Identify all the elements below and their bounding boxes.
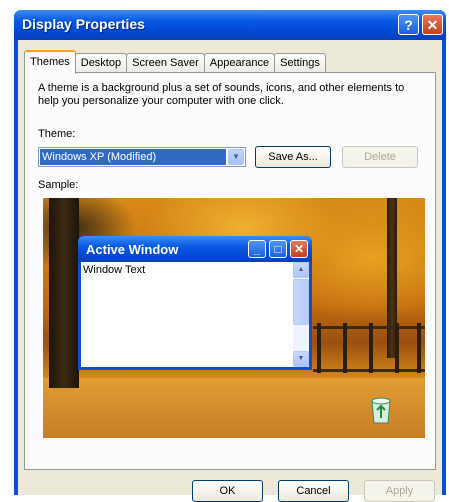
save-as-button[interactable]: Save As... <box>255 146 331 168</box>
ok-button[interactable]: OK <box>192 480 263 502</box>
wooden-fence <box>313 323 425 373</box>
theme-label: Theme: <box>38 128 76 140</box>
cancel-button[interactable]: Cancel <box>278 480 349 502</box>
tab-settings[interactable]: Settings <box>274 53 326 73</box>
themes-panel: A theme is a background plus a set of so… <box>24 72 436 470</box>
scroll-down-icon: ▼ <box>293 351 309 367</box>
tab-strip: Themes Desktop Screen Saver Appearance S… <box>24 50 326 74</box>
window-title: Display Properties <box>22 16 145 32</box>
leaf-path <box>43 378 425 438</box>
delete-button[interactable]: Delete <box>342 146 418 168</box>
tab-themes[interactable]: Themes <box>24 50 76 74</box>
dialog-client-area: Themes Desktop Screen Saver Appearance S… <box>18 40 442 502</box>
sample-label: Sample: <box>38 179 79 191</box>
close-icon[interactable]: ✕ <box>422 14 443 35</box>
theme-dropdown[interactable]: Windows XP (Modified) ▼ <box>38 147 246 167</box>
theme-description: A theme is a background plus a set of so… <box>38 82 405 107</box>
active-window-title: Active Window <box>86 242 179 257</box>
tree-trunk <box>49 198 79 388</box>
close-icon: ✕ <box>290 240 308 258</box>
dropdown-arrow-icon[interactable]: ▼ <box>228 149 244 165</box>
scrollbar: ▲ ▼ <box>293 262 309 367</box>
tab-screen-saver[interactable]: Screen Saver <box>126 53 205 73</box>
scroll-thumb <box>293 279 309 325</box>
active-window-titlebar: Active Window _ □ ✕ <box>78 236 312 262</box>
maximize-icon: □ <box>269 240 287 258</box>
tab-appearance[interactable]: Appearance <box>203 53 276 73</box>
display-properties-dialog: Display Properties ? ✕ Themes Desktop Sc… <box>14 10 446 502</box>
title-bar[interactable]: Display Properties ? ✕ <box>14 10 446 40</box>
active-window-preview: Active Window _ □ ✕ Window Text ▲ ▼ <box>78 236 312 370</box>
scroll-up-icon: ▲ <box>293 262 309 278</box>
window-text: Window Text <box>83 264 146 276</box>
tab-desktop[interactable]: Desktop <box>74 53 128 73</box>
apply-button[interactable]: Apply <box>364 480 435 502</box>
minimize-icon: _ <box>248 240 266 258</box>
theme-dropdown-value: Windows XP (Modified) <box>40 149 226 165</box>
sample-preview: Active Window _ □ ✕ Window Text ▲ ▼ <box>43 198 425 438</box>
recycle-bin-icon <box>371 397 391 424</box>
active-window-body: Window Text ▲ ▼ <box>81 262 309 367</box>
help-icon[interactable]: ? <box>398 14 419 35</box>
